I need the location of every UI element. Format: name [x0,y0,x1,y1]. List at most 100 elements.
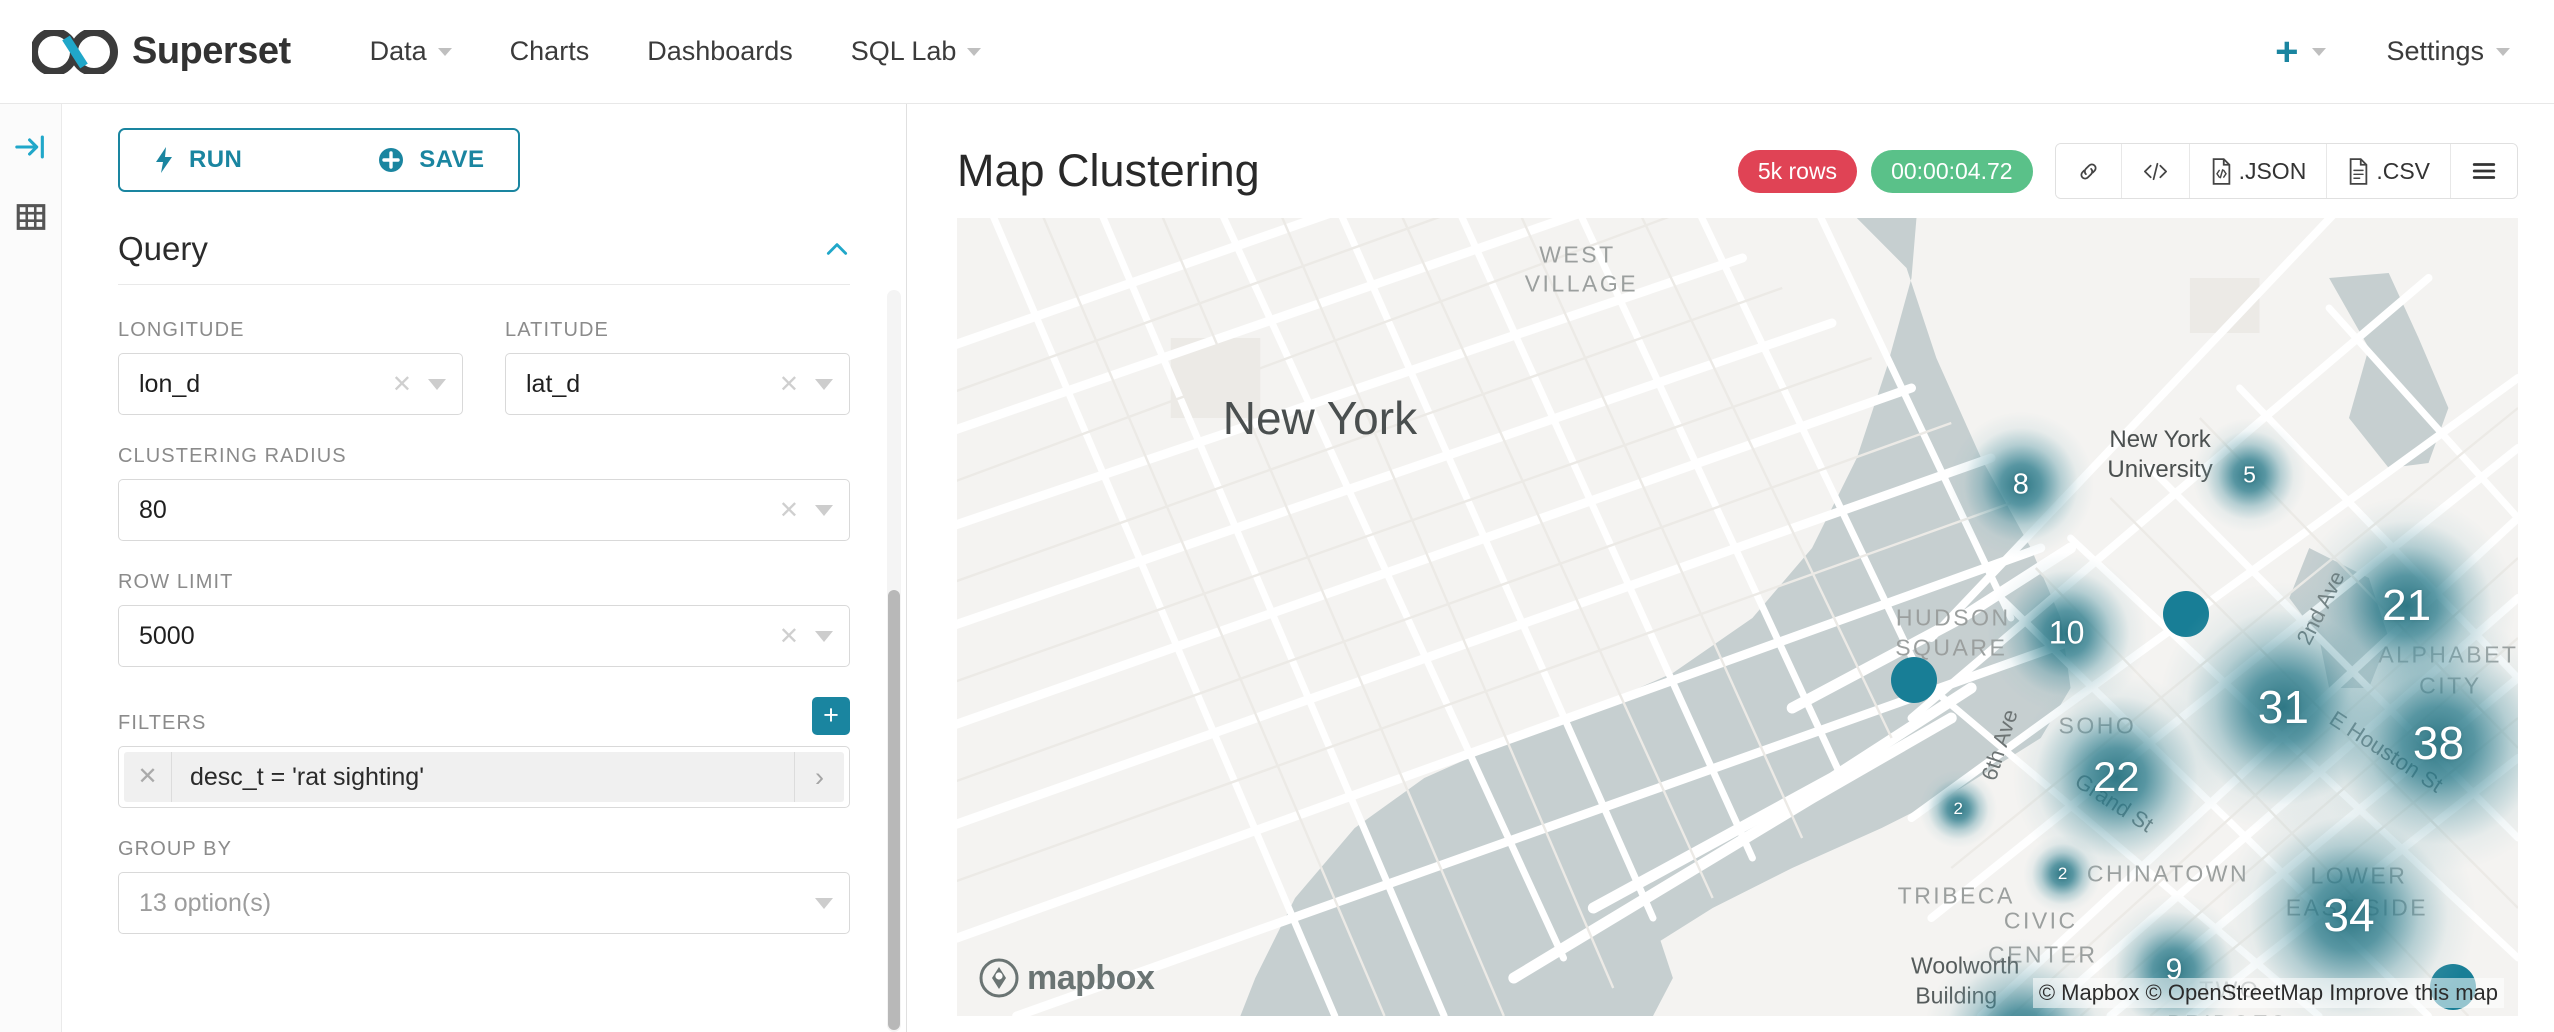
group-by-label: GROUP BY [118,838,233,860]
chart-menu-button[interactable] [2451,144,2517,198]
download-json-button[interactable]: .JSON [2189,144,2328,198]
latitude-field: LATITUDE lat_d ✕ [505,319,850,415]
row-limit-field: ROW LIMIT 5000 ✕ [118,571,850,667]
group-by-placeholder: 13 option(s) [139,888,272,917]
chevron-down-icon [428,378,446,390]
row-limit-select[interactable]: 5000 ✕ [118,605,850,667]
chevron-down-icon [815,504,833,516]
nav-item-data-label: Data [369,36,427,66]
share-link-button[interactable] [2055,144,2122,198]
clear-icon[interactable]: ✕ [779,496,799,525]
settings-label: Settings [2386,36,2484,66]
lightning-bolt-icon [156,147,172,173]
map-attribution[interactable]: © Mapbox © OpenStreetMap Improve this ma… [2032,978,2504,1008]
mapbox-logo[interactable]: mapbox [979,958,1155,998]
nav-item-data[interactable]: Data [341,36,481,67]
new-item-button[interactable]: + [2245,32,2356,72]
nav-right: + Settings [2245,32,2516,72]
query-section-title: Query [118,230,208,267]
clear-icon[interactable]: ✕ [779,622,799,651]
control-panel: RUN SAVE Query LONGITUDE lon_d ✕ LATITUD… [62,104,907,1032]
add-filter-button[interactable]: + [812,697,850,735]
latitude-value: lat_d [526,369,581,398]
chevron-down-icon [815,897,833,909]
nav-item-charts-label: Charts [509,36,590,66]
chevron-right-icon[interactable]: › [794,752,844,802]
clustering-radius-value: 80 [139,495,167,524]
superset-logo-icon [32,29,118,74]
download-json-label: .JSON [2238,157,2307,184]
run-button-label: RUN [189,146,243,173]
download-csv-button[interactable]: .CSV [2327,144,2451,198]
brand-home-link[interactable]: Superset [32,29,291,74]
icon-rail [0,104,62,1032]
json-file-icon [2212,157,2230,185]
basemap-vector [957,218,2518,1016]
chevron-down-icon [437,47,452,56]
button-divider [276,130,345,190]
nav-item-dashboards[interactable]: Dashboards [618,36,822,67]
run-button[interactable]: RUN [120,130,277,190]
panel-scrollbar-thumb[interactable] [888,590,900,1030]
chevron-down-icon [815,630,833,642]
chevron-down-icon [967,47,982,56]
row-count-badge[interactable]: 5k rows [1737,149,1858,193]
save-button-label: SAVE [419,146,485,173]
link-icon [2080,162,2097,180]
clustering-radius-field: CLUSTERING RADIUS 80 ✕ [118,445,850,541]
code-icon [2143,162,2167,180]
nav-item-charts[interactable]: Charts [481,36,619,67]
longitude-label: LONGITUDE [118,319,245,341]
chart-header: Map Clustering 5k rows 00:00:04.72 .JSON… [957,130,2518,212]
map-point-marker [2162,591,2209,637]
panel-scrollbar-track[interactable] [887,290,901,1032]
query-duration-badge[interactable]: 00:00:04.72 [1871,149,2033,193]
lonlat-row: LONGITUDE lon_d ✕ LATITUDE lat_d ✕ [118,319,850,445]
chevron-up-icon[interactable] [824,236,850,262]
nav-item-dashboards-label: Dashboards [647,36,793,66]
table-grid-icon[interactable] [14,200,48,234]
download-csv-label: .CSV [2376,157,2430,184]
group-by-select[interactable]: 13 option(s) [118,872,850,934]
csv-file-icon [2350,157,2368,185]
chevron-down-icon [2496,47,2510,56]
clear-icon[interactable]: ✕ [392,370,412,399]
clustering-radius-select[interactable]: 80 ✕ [118,479,850,541]
hamburger-menu-icon [2472,163,2496,179]
run-save-button-group: RUN SAVE [118,128,521,192]
brand-name: Superset [132,30,291,72]
mapbox-wordmark: mapbox [1027,958,1155,997]
filters-header: FILTERS + [118,697,850,735]
save-button[interactable]: SAVE [344,130,519,190]
chart-header-actions: 5k rows 00:00:04.72 .JSON .CSV [1737,143,2518,199]
longitude-value: lon_d [139,369,201,398]
latitude-select[interactable]: lat_d ✕ [505,353,850,415]
longitude-select[interactable]: lon_d ✕ [118,353,463,415]
chart-area: Map Clustering 5k rows 00:00:04.72 .JSON… [907,104,2554,1032]
top-navbar: Superset Data Charts Dashboards SQL Lab … [0,0,2554,104]
row-limit-value: 5000 [139,621,195,650]
remove-filter-icon[interactable]: ✕ [124,752,172,802]
clustering-radius-label: CLUSTERING RADIUS [118,445,347,467]
filters-label: FILTERS [118,712,207,734]
map-canvas[interactable]: WEST VILLAGE New York University HUDSON SQUAR… [957,218,2518,1016]
nav-item-sql-lab[interactable]: SQL Lab [822,36,1011,67]
collapse-panel-icon[interactable] [14,130,48,164]
workspace: RUN SAVE Query LONGITUDE lon_d ✕ LATITUD… [0,104,2554,1032]
nav-item-settings[interactable]: Settings [2356,36,2516,67]
filter-item[interactable]: ✕ desc_t = 'rat sighting' › [124,752,844,802]
filters-container: ✕ desc_t = 'rat sighting' › [118,746,850,808]
group-by-field: GROUP BY 13 option(s) [118,838,850,934]
chevron-down-icon [815,378,833,390]
query-section-header[interactable]: Query [118,230,850,285]
nav-items: Data Charts Dashboards SQL Lab [341,36,1011,67]
plus-circle-icon [379,148,404,172]
row-limit-label: ROW LIMIT [118,571,234,593]
view-code-button[interactable] [2121,144,2190,198]
longitude-field: LONGITUDE lon_d ✕ [118,319,463,415]
page-title: Map Clustering [957,145,1260,196]
filter-expression: desc_t = 'rat sighting' [190,762,424,791]
chevron-down-icon [2312,47,2327,56]
clear-icon[interactable]: ✕ [779,370,799,399]
chart-tool-group: .JSON .CSV [2054,143,2518,199]
